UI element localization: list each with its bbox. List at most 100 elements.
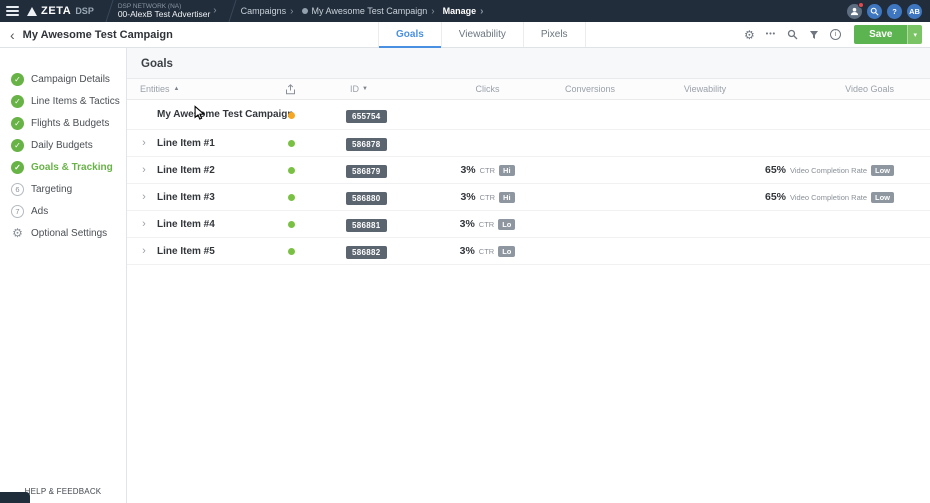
tab-bar: Goals Viewability Pixels <box>378 22 586 47</box>
column-header-video-goals[interactable]: Video Goals <box>760 84 930 94</box>
check-circle-icon: ✓ <box>11 95 24 108</box>
table-row-campaign[interactable]: My Awesome Test Campaign 655754 <box>127 100 930 130</box>
chevron-right-icon: › <box>431 6 434 17</box>
column-label: ID <box>350 84 359 94</box>
export-icon <box>285 84 296 95</box>
save-button-group: Save ▾ <box>854 25 922 44</box>
video-goal-cell: 65% Video Completion Rate Low <box>760 164 930 176</box>
table-row-line-item-4[interactable]: › Line Item #4 586881 3% CTR Lo <box>127 211 930 238</box>
row-name[interactable]: Line Item #1 <box>157 138 215 149</box>
column-header-entities[interactable]: Entities ▲ <box>127 84 285 94</box>
save-button[interactable]: Save <box>854 25 907 44</box>
sidebar-item-label: Daily Budgets <box>31 140 93 151</box>
expand-chevron-icon[interactable]: › <box>139 246 149 257</box>
table-row-line-item-3[interactable]: › Line Item #3 586880 3% CTR Hi 65% Vide… <box>127 184 930 211</box>
step-number-icon: 7 <box>11 205 24 218</box>
column-header-clicks[interactable]: Clicks <box>445 84 530 94</box>
advertiser-selector[interactable]: DSP NETWORK (NA) 00-AlexB Test Advertise… <box>118 3 217 19</box>
row-name[interactable]: Line Item #3 <box>157 192 215 203</box>
breadcrumb-label: My Awesome Test Campaign <box>312 6 428 16</box>
campaign-header: ‹ My Awesome Test Campaign Goals Viewabi… <box>0 22 930 48</box>
ctr-label: CTR <box>479 220 494 229</box>
row-name[interactable]: Line Item #5 <box>157 246 215 257</box>
question-icon: ? <box>892 7 897 16</box>
sidebar-item-goals-tracking[interactable]: ✓ Goals & Tracking <box>0 156 126 178</box>
vcr-value: 65% <box>765 164 786 176</box>
search-icon[interactable] <box>787 29 798 40</box>
status-dot-active <box>288 140 295 147</box>
clicks-goal-cell: 3% CTR Hi <box>445 164 530 176</box>
ctr-value: 3% <box>460 218 475 230</box>
expand-chevron-icon[interactable]: › <box>139 165 149 176</box>
id-badge: 586880 <box>346 192 387 205</box>
tab-label: Pixels <box>541 29 568 40</box>
settings-gear-icon[interactable]: ⚙ <box>744 29 755 41</box>
zeta-dsp-logo[interactable]: ZETA DSP <box>27 5 94 17</box>
status-dot-active <box>288 194 295 201</box>
id-badge: 655754 <box>346 110 387 123</box>
expand-chevron-icon[interactable]: › <box>139 219 149 230</box>
table-row-line-item-5[interactable]: › Line Item #5 586882 3% CTR Lo <box>127 238 930 265</box>
sidebar-item-ads[interactable]: 7 Ads <box>0 200 126 222</box>
tab-viewability[interactable]: Viewability <box>441 22 523 47</box>
breadcrumb-label: Manage <box>443 6 477 16</box>
column-header-conversions[interactable]: Conversions <box>530 84 650 94</box>
id-badge: 586879 <box>346 165 387 178</box>
video-goal-cell: 65% Video Completion Rate Low <box>760 191 930 203</box>
export-column-header[interactable] <box>285 84 330 95</box>
sidebar-item-optional-settings[interactable]: ⚙ Optional Settings <box>0 222 126 244</box>
sidebar-item-campaign-details[interactable]: ✓ Campaign Details <box>0 68 126 90</box>
column-header-viewability[interactable]: Viewability <box>650 84 760 94</box>
table-row-line-item-2[interactable]: › Line Item #2 586879 3% CTR Hi 65% Vide… <box>127 157 930 184</box>
sidebar-item-label: Line Items & Tactics <box>31 96 120 107</box>
priority-badge: Lo <box>498 219 515 230</box>
priority-badge: Low <box>871 165 894 176</box>
check-circle-icon: ✓ <box>11 139 24 152</box>
goals-panel: Goals Entities ▲ ID ▼ Clicks <box>127 48 930 503</box>
help-button[interactable]: ? <box>887 4 902 19</box>
priority-badge: Hi <box>499 165 515 176</box>
sidebar-item-targeting[interactable]: 6 Targeting <box>0 178 126 200</box>
search-icon <box>870 7 879 16</box>
brand-name: ZETA <box>41 5 71 17</box>
chevron-right-icon: › <box>290 6 293 17</box>
vcr-label: Video Completion Rate <box>790 166 867 175</box>
table-row-line-item-1[interactable]: › Line Item #1 586878 <box>127 130 930 157</box>
row-name[interactable]: My Awesome Test Campaign <box>157 109 294 120</box>
back-chevron-icon[interactable]: ‹ <box>10 28 15 42</box>
column-header-id[interactable]: ID ▼ <box>330 84 445 94</box>
sort-desc-icon: ▼ <box>362 86 368 92</box>
ctr-label: CTR <box>479 247 494 256</box>
vcr-value: 65% <box>765 191 786 203</box>
sidebar-item-flights-budgets[interactable]: ✓ Flights & Budgets <box>0 112 126 134</box>
global-search-button[interactable] <box>867 4 882 19</box>
ctr-value: 3% <box>460 245 475 257</box>
status-dot-active <box>288 248 295 255</box>
sidebar-item-line-items-tactics[interactable]: ✓ Line Items & Tactics <box>0 90 126 112</box>
zeta-logo-icon <box>27 7 37 16</box>
info-icon[interactable]: i <box>830 29 841 40</box>
hamburger-menu-icon[interactable] <box>6 6 19 16</box>
chat-widget[interactable] <box>0 492 30 503</box>
save-dropdown-caret[interactable]: ▾ <box>907 25 922 44</box>
user-notifications-button[interactable] <box>847 4 862 19</box>
breadcrumb-campaigns[interactable]: Campaigns › <box>241 6 294 17</box>
sidebar-item-daily-budgets[interactable]: ✓ Daily Budgets <box>0 134 126 156</box>
row-name[interactable]: Line Item #2 <box>157 165 215 176</box>
breadcrumb-manage[interactable]: Manage › <box>443 6 484 17</box>
more-options-icon[interactable]: ••• <box>766 31 776 38</box>
filter-funnel-icon[interactable] <box>809 30 819 40</box>
check-circle-icon: ✓ <box>11 73 24 86</box>
top-navigation-bar: ZETA DSP DSP NETWORK (NA) 00-AlexB Test … <box>0 0 930 22</box>
sort-asc-icon: ▲ <box>174 86 180 92</box>
expand-chevron-icon[interactable]: › <box>139 192 149 203</box>
row-name[interactable]: Line Item #4 <box>157 219 215 230</box>
tab-goals[interactable]: Goals <box>378 22 441 47</box>
expand-chevron-icon[interactable]: › <box>139 138 149 149</box>
tab-pixels[interactable]: Pixels <box>523 22 586 47</box>
user-avatar[interactable]: AB <box>907 4 922 19</box>
campaign-status-icon <box>302 8 308 14</box>
breadcrumb-campaign[interactable]: My Awesome Test Campaign › <box>302 6 435 17</box>
table-header-row: Entities ▲ ID ▼ Clicks Conversions Viewa… <box>127 79 930 100</box>
ctr-label: CTR <box>480 166 495 175</box>
